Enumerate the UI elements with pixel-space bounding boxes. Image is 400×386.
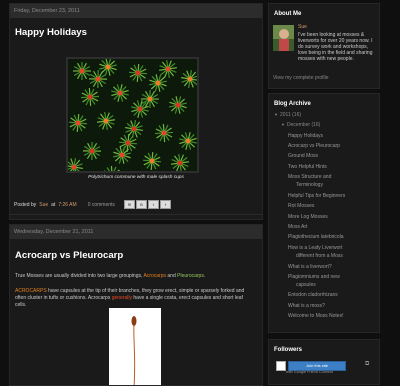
archive-post-link[interactable]: Moss Structure and [288, 174, 331, 180]
p1-end: . [204, 273, 205, 279]
caption-rest: with male splash cups [136, 175, 184, 180]
capsule-image [109, 308, 161, 386]
post-title[interactable]: Happy Holidays [10, 18, 262, 38]
about-heading: About Me [269, 4, 379, 17]
followers-heading: Followers [269, 340, 379, 353]
avatar[interactable] [273, 25, 294, 51]
archive-post-link[interactable]: different from a Moss [296, 253, 343, 259]
facebook-icon[interactable]: f [160, 200, 171, 209]
archive-post-link[interactable]: What is a liverwort? [288, 264, 332, 270]
pleurocarps-link: Pleurocarps [177, 273, 204, 279]
post-date: Wednesday, December 21, 2011 [10, 225, 262, 239]
collapse-triangle-icon[interactable]: ▼ [274, 112, 278, 117]
archive-post-link[interactable]: What is a moss? [288, 303, 325, 309]
archive-post-link[interactable]: Helpful Tips for Beginners [288, 193, 345, 199]
email-icon[interactable]: ✉ [124, 200, 135, 209]
archive-month[interactable]: ▼December (16) [281, 122, 320, 128]
post-paragraph-1: True Mosses are usually divided into two… [15, 273, 255, 280]
acrocarps-term: ACROCARPS [15, 288, 47, 294]
photo-caption: Polytrichum commune with male splash cup… [10, 175, 262, 180]
about-me-widget: About Me Sue I've been looking at mosses… [268, 3, 380, 89]
p1-and: and [166, 273, 177, 279]
archive-month-count: (16) [311, 122, 320, 128]
post-divider [10, 214, 262, 215]
polytrichum-image [68, 59, 197, 171]
archive-post-link[interactable]: Plagiomniums and new [288, 274, 340, 280]
archive-post-link[interactable]: Two Helpful Hints [288, 164, 327, 170]
author-link[interactable]: Sue [39, 202, 48, 208]
acrocarp-photo [109, 308, 161, 386]
collapse-triangle-icon[interactable]: ▼ [281, 122, 285, 127]
avatar-image [273, 25, 294, 51]
post-happy-holidays: Friday, December 23, 2011 Happy Holidays… [9, 3, 263, 220]
post-footer: Posted by Sue at 7:26 AM 0 comments ✉ B … [14, 200, 171, 209]
view-profile-link[interactable]: View my complete profile [273, 75, 329, 81]
profile-name-link[interactable]: Sue [298, 24, 307, 30]
comments-link[interactable]: 0 comments [88, 202, 115, 208]
post-time-link[interactable]: 7:26 AM [58, 202, 76, 208]
generally-term: generally [112, 295, 132, 301]
expand-icon[interactable]: ⧉ [365, 361, 369, 368]
post-date: Friday, December 23, 2011 [10, 4, 262, 18]
post-title[interactable]: Acrocarp vs Pleurocarp [15, 250, 123, 261]
archive-year-count: (16) [292, 112, 301, 118]
caption-species: Polytrichum commune [88, 175, 135, 180]
friend-connect-sub: with Google Friend Connect [286, 370, 333, 374]
archive-post-link[interactable]: Ground Moss [288, 153, 318, 159]
archive-post-link[interactable]: Terminology [296, 182, 323, 188]
blog-this-icon[interactable]: B [136, 200, 147, 209]
archive-post-link[interactable]: Moss Art [288, 224, 307, 230]
archive-month-label[interactable]: December [287, 122, 310, 128]
posted-by-label: Posted by [14, 202, 36, 208]
acrocarps-link: Acrocarps [144, 273, 167, 279]
archive-post-link[interactable]: Entodon cladorrhizans [288, 292, 338, 298]
archive-post-link[interactable]: Acrocarp vs Pleurocarp [288, 143, 340, 149]
archive-post-link[interactable]: capsules [296, 282, 316, 288]
post-paragraph-2: ACROCARPS have capsules at the tip of th… [15, 288, 255, 309]
archive-post-link[interactable]: Welcome to Moss Notes! [288, 313, 343, 319]
archive-post-link[interactable]: More Log Mosses [288, 214, 328, 220]
profile-bio: I've been looking at mosses & liverworts… [298, 32, 376, 62]
moss-photo [66, 57, 199, 173]
post-acrocarp-vs-pleurocarp: Wednesday, December 21, 2011 Acrocarp vs… [9, 224, 263, 386]
archive-heading: Blog Archive [269, 94, 379, 107]
followers-widget: Followers Join this site with Google Fri… [268, 339, 380, 385]
twitter-icon[interactable]: t [148, 200, 159, 209]
archive-year-label[interactable]: 2011 [280, 112, 291, 118]
archive-post-link[interactable]: How is a Leafy Liverwort [288, 245, 342, 251]
archive-post-link[interactable]: Happy Holidays [288, 133, 323, 139]
share-icons: ✉ B t f [124, 200, 171, 209]
blog-archive-widget: Blog Archive ▼2011 (16) ▼December (16) H… [268, 93, 380, 333]
archive-year[interactable]: ▼2011 (16) [274, 112, 301, 118]
archive-post-link[interactable]: Rot Mosses [288, 203, 314, 209]
at-label: at [51, 202, 55, 208]
archive-post-link[interactable]: Plagiothecium latebricola [288, 234, 344, 240]
p1-text: True Mosses are usually divided into two… [15, 273, 144, 279]
friend-connect-icon [276, 361, 286, 371]
